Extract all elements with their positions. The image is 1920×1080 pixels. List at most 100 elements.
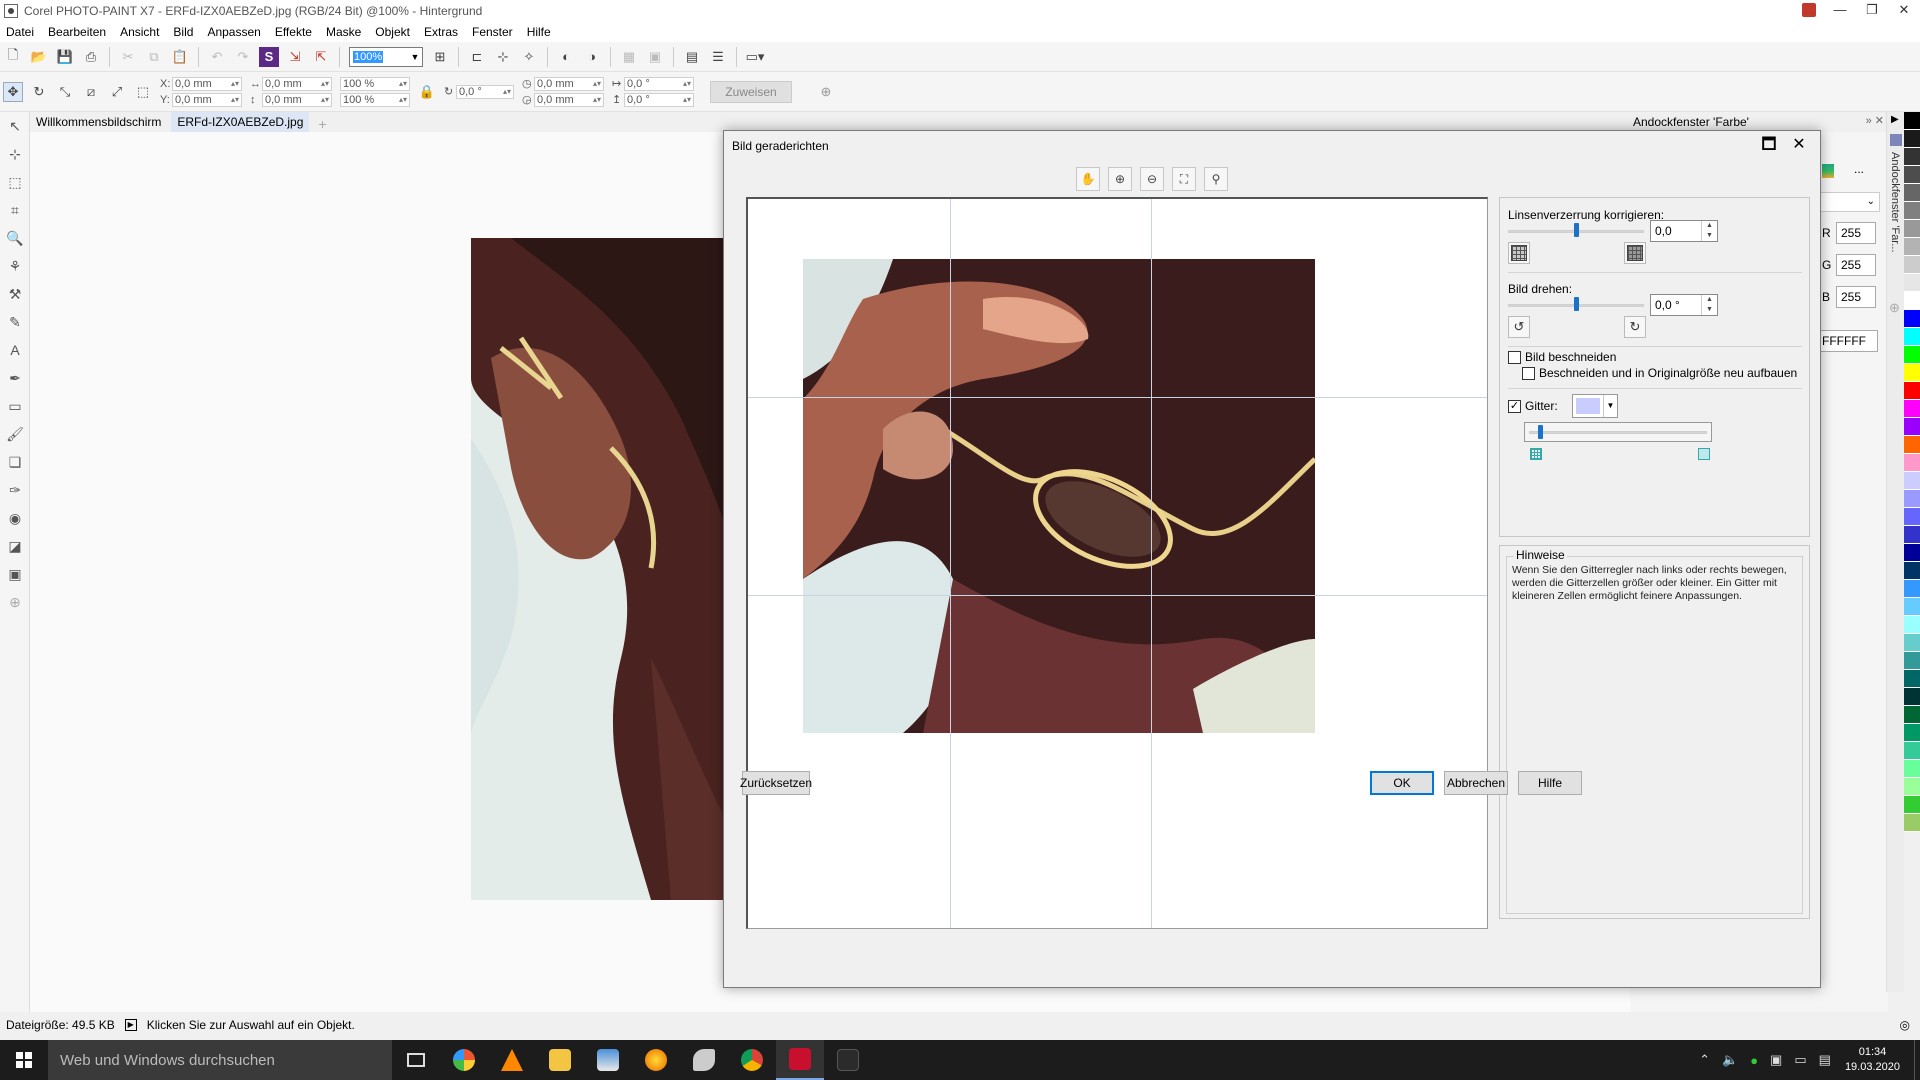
pick-tool-icon[interactable]: ↖ [0,112,30,140]
add-icon[interactable]: ⊕ [816,82,836,102]
docker-vertical-tab[interactable]: Andockfenster 'Far... [1889,152,1901,253]
play-icon[interactable]: ▶ [124,1019,137,1031]
text-tool-icon[interactable]: A [0,336,30,364]
mask-transform-icon[interactable]: ⊹ [0,140,30,168]
color-swap-icon[interactable]: ◪ [0,532,30,560]
palette-swatch[interactable] [1904,400,1920,418]
docker-controls-icon[interactable]: » ✕ [1866,114,1884,127]
small-grid-icon[interactable] [1530,448,1542,460]
battery-icon[interactable]: ▭ [1794,1052,1806,1068]
crop-resize-checkbox-box[interactable] [1522,366,1535,380]
crop-checkbox-box[interactable] [1508,350,1521,364]
paint-tool-icon[interactable]: 🖌 [0,420,30,448]
fill-tool-icon[interactable]: ◉ [0,504,30,532]
color-model-select[interactable]: ⌄ [1820,192,1880,212]
palette-swatch[interactable] [1904,274,1920,292]
palette-swatch[interactable] [1904,490,1920,508]
reset-button[interactable]: Zurücksetzen [740,771,812,795]
network-icon[interactable]: ▣ [1770,1052,1782,1068]
palette-swatch[interactable] [1904,472,1920,490]
minimize-button[interactable]: — [1824,0,1856,22]
center-x-input[interactable]: 0,0 mm ▴▾ [534,76,604,91]
volume-icon[interactable]: 🔈 [1722,1052,1738,1068]
properties-icon[interactable]: ▤ [682,47,702,67]
grid-color-picker[interactable]: ▼ [1572,394,1618,418]
status-settings-icon[interactable]: ◎ [1900,1018,1910,1032]
palette-swatch[interactable] [1904,454,1920,472]
clock[interactable]: 01:34 19.03.2020 [1845,1045,1900,1075]
vlc-icon[interactable] [488,1040,536,1080]
skew-mode-icon[interactable]: ⧄ [81,82,101,102]
center-y-input[interactable]: 0,0 mm ▴▾ [534,92,604,107]
new-file-icon[interactable]: 🗋 [3,47,23,67]
palette-swatch[interactable] [1904,796,1920,814]
maximize-button[interactable]: ❐ [1856,0,1888,22]
redo-icon[interactable]: ↷ [233,47,253,67]
help-button[interactable]: Hilfe [1518,771,1582,795]
preview-area[interactable] [746,197,1488,929]
rulers-icon[interactable]: ⊏ [467,47,487,67]
y-position-input[interactable]: 0,0 mm ▴▾ [172,92,242,107]
rotate-right-icon[interactable]: ↻ [1624,316,1646,338]
pan-hand-icon[interactable]: ✋ [1076,167,1100,191]
palette-swatch[interactable] [1904,220,1920,238]
dialog-close-icon[interactable]: ✕ [1784,133,1814,157]
r-input[interactable]: 255 [1836,222,1876,244]
color-reset-icon[interactable]: ▣ [0,560,30,588]
pen-tool-icon[interactable]: ✒ [0,364,30,392]
palette-swatch[interactable] [1904,364,1920,382]
import-icon[interactable]: ⇲ [285,47,305,67]
rectangle-mask-icon[interactable]: ⬚ [0,168,30,196]
grid-checkbox-box[interactable]: ✓ [1508,399,1521,413]
menu-objekt[interactable]: Objekt [375,25,410,39]
crop-resize-checkbox[interactable]: Beschneiden und in Originalgröße neu auf… [1522,366,1797,380]
zoom-out-icon[interactable]: ⊖ [1140,167,1164,191]
palette-swatch[interactable] [1904,544,1920,562]
app-icon-fish[interactable] [680,1040,728,1080]
color-model-icon[interactable] [1822,164,1834,178]
palette-swatch[interactable] [1904,598,1920,616]
large-grid-icon[interactable] [1698,448,1710,460]
palette-swatch[interactable] [1904,256,1920,274]
brush-tool-icon[interactable]: ✎ [0,308,30,336]
clone-tool-icon[interactable]: ⚒ [0,280,30,308]
menu-datei[interactable]: Datei [6,25,34,39]
grid-size-slider[interactable] [1529,431,1707,434]
dialog-maximize-icon[interactable]: 🗖 [1754,133,1784,157]
perspective-mode-icon[interactable]: ⬚ [133,82,153,102]
palette-swatch[interactable] [1904,166,1920,184]
expand-icon[interactable]: ▶ [1891,114,1899,125]
rotate-mode-icon[interactable]: ↻ [29,82,49,102]
menu-ansicht[interactable]: Ansicht [120,25,159,39]
zoom-fit-icon[interactable]: ⊞ [430,47,450,67]
palette-swatch[interactable] [1904,382,1920,400]
palette-swatch[interactable] [1904,724,1920,742]
undo-icon[interactable]: ↶ [207,47,227,67]
palette-swatch[interactable] [1904,670,1920,688]
palette-swatch[interactable] [1904,112,1920,130]
palette-swatch[interactable] [1904,616,1920,634]
cancel-button[interactable]: Abbrechen [1444,771,1508,795]
mask-show-icon[interactable]: ◑ [582,47,602,67]
palette-swatch[interactable] [1904,562,1920,580]
palette-swatch[interactable] [1904,760,1920,778]
export-icon[interactable]: ⇱ [311,47,331,67]
menu-extras[interactable]: Extras [424,25,458,39]
menu-hilfe[interactable]: Hilfe [527,25,551,39]
start-button[interactable] [0,1040,48,1080]
task-view-icon[interactable] [392,1040,440,1080]
add-tab-icon[interactable]: + [313,116,331,132]
palette-swatch[interactable] [1904,652,1920,670]
g-input[interactable]: 255 [1836,254,1876,276]
zoom-in-icon[interactable]: ⊕ [1108,167,1132,191]
photo-app-icon[interactable] [584,1040,632,1080]
palette-swatch[interactable] [1904,778,1920,796]
spin-icon[interactable]: ▲ ▼ [1701,221,1717,241]
tray-expand-icon[interactable]: ⌃ [1699,1052,1710,1068]
add-tool-icon[interactable]: ⊕ [0,588,30,616]
eyedropper-icon[interactable]: ✑ [0,476,30,504]
copy-icon[interactable]: ⧉ [144,47,164,67]
object-show-icon[interactable]: ◐ [556,47,576,67]
color-docker-tab-icon[interactable] [1890,134,1902,146]
crop-checkbox[interactable]: Bild beschneiden [1508,350,1616,364]
